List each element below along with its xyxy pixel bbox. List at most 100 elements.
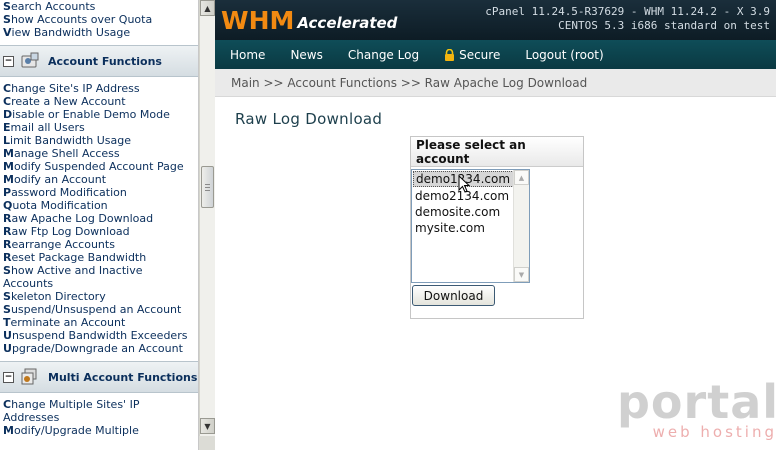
sidebar-link[interactable]: Reset Package Bandwidth	[0, 251, 198, 264]
nav-home[interactable]: Home	[230, 48, 265, 62]
account-functions-icon	[21, 52, 39, 68]
breadcrumb: Main >> Account Functions >> Raw Apache …	[215, 69, 776, 97]
sidebar-link[interactable]: Show Accounts over Quota	[0, 13, 198, 26]
sidebar-link-text: assword Modification	[11, 186, 127, 199]
account-select-form: Please select an account demo1234.com dem…	[410, 136, 584, 319]
scroll-down-icon[interactable]: ▼	[200, 418, 215, 434]
sidebar-link[interactable]: Password Modification	[0, 186, 198, 199]
scrollbar-corner	[199, 436, 215, 450]
multi-account-functions-icon	[21, 368, 37, 385]
sidebar-link-text: earch Accounts	[10, 0, 96, 13]
sidebar-link[interactable]: Email all Users	[0, 121, 198, 134]
sidebar-link[interactable]: Upgrade/Downgrade an Account	[0, 342, 198, 355]
nav-bar: Home News Change Log Secure Logout (root…	[215, 40, 776, 69]
sidebar-link[interactable]: Terminate an Account	[0, 316, 198, 329]
page-title: Raw Log Download	[235, 110, 383, 128]
account-option[interactable]: demosite.com	[412, 204, 529, 220]
account-listbox[interactable]: demo1234.com demo2134.com demosite.com mysi…	[411, 169, 530, 283]
sidebar-link-initial: Q	[3, 199, 13, 212]
section-header-multi-account-functions[interactable]: − Multi Account Functions	[0, 361, 198, 393]
sidebar-link-text: how Accounts over Quota	[10, 13, 153, 26]
lock-icon	[445, 48, 455, 61]
sidebar-link[interactable]: Search Accounts	[0, 0, 198, 13]
listbox-scroll-up-icon[interactable]: ▲	[514, 170, 529, 185]
portal-watermark: portal web hosting	[599, 375, 776, 444]
sidebar-link[interactable]: Limit Bandwidth Usage	[0, 134, 198, 147]
sidebar-link[interactable]: Change Multiple Sites' IP Addresses	[0, 398, 198, 424]
sidebar-multi-account-links: Change Multiple Sites' IP Addresses Modif…	[0, 398, 198, 437]
sidebar-link-text: hange Multiple Sites' IP Addresses	[3, 398, 140, 424]
sidebar-link-text: eset Package Bandwidth	[11, 251, 147, 264]
sidebar-link-initial: U	[3, 342, 12, 355]
sidebar-link[interactable]: Unsuspend Bandwidth Exceeders	[0, 329, 198, 342]
whm-logo[interactable]: WHM Accelerated	[221, 5, 397, 35]
sidebar-link-text: nsuspend Bandwidth Exceeders	[11, 329, 188, 342]
sidebar-link-initial: E	[3, 121, 11, 134]
sidebar-link-initial: C	[3, 95, 12, 108]
form-heading: Please select an account	[411, 137, 583, 167]
sidebar-link-text: mail all Users	[10, 121, 85, 134]
sidebar-link[interactable]: Modify Suspended Account Page	[0, 160, 198, 173]
main-content: WHM Accelerated cPanel 11.24.5-R37629 - …	[215, 0, 776, 450]
sidebar-link-initial: M	[3, 173, 14, 186]
account-options: demo1234.com demo2134.com demosite.com mysi…	[412, 171, 529, 236]
sidebar-link-initial: M	[3, 160, 14, 173]
watermark-brand: portal	[616, 375, 776, 429]
sidebar-link-initial: C	[3, 398, 12, 411]
sidebar-link-text: uspend/Unsuspend an Account	[10, 303, 182, 316]
sidebar-link-initial: S	[3, 13, 11, 26]
sidebar-link[interactable]: Modify/Upgrade Multiple	[0, 424, 198, 437]
sidebar-link-initial: L	[3, 134, 11, 147]
sidebar-link-text: earrange Accounts	[11, 238, 115, 251]
sidebar-link-text: odify/Upgrade Multiple	[13, 424, 139, 437]
sidebar-link-text: odify an Account	[13, 173, 107, 186]
sidebar-link[interactable]: Create a New Account	[0, 95, 198, 108]
scroll-up-icon[interactable]: ▲	[200, 0, 215, 16]
sidebar-link-initial: T	[3, 316, 11, 329]
scrollbar-thumb[interactable]	[201, 166, 214, 208]
sidebar-link-initial: U	[3, 329, 12, 342]
listbox-scroll-down-icon[interactable]: ▼	[514, 267, 529, 282]
mouse-cursor-icon	[458, 175, 470, 193]
sidebar-link[interactable]: Raw Apache Log Download	[0, 212, 198, 225]
top-header: WHM Accelerated cPanel 11.24.5-R37629 - …	[215, 0, 776, 40]
download-button[interactable]: Download	[412, 285, 495, 306]
account-option[interactable]: mysite.com	[412, 220, 529, 236]
sidebar-link[interactable]: Rearrange Accounts	[0, 238, 198, 251]
sidebar: Search Accounts Show Accounts over Quota V…	[0, 0, 199, 450]
sidebar-link[interactable]: Quota Modification	[0, 199, 198, 212]
sidebar-link-initial: V	[3, 26, 12, 39]
nav-news[interactable]: News	[290, 48, 322, 62]
account-option[interactable]: demo1234.com	[413, 171, 528, 187]
sidebar-top-links: Search Accounts Show Accounts over Quota V…	[0, 0, 198, 39]
sidebar-link-text: iew Bandwidth Usage	[11, 26, 131, 39]
section-header-account-functions[interactable]: − Account Functions	[0, 45, 198, 77]
sidebar-link[interactable]: Change Site's IP Address	[0, 82, 198, 95]
sidebar-link-text: imit Bandwidth Usage	[10, 134, 131, 147]
sidebar-scrollbar[interactable]: ▲ ▼	[199, 0, 216, 436]
nav-change-log[interactable]: Change Log	[348, 48, 419, 62]
sidebar-link-initial: D	[3, 108, 13, 121]
sidebar-link[interactable]: View Bandwidth Usage	[0, 26, 198, 39]
sidebar-link[interactable]: Manage Shell Access	[0, 147, 198, 160]
sidebar-link-text: pgrade/Downgrade an Account	[11, 342, 183, 355]
sidebar-link-initial: M	[3, 147, 14, 160]
nav-logout[interactable]: Logout (root)	[525, 48, 603, 62]
account-option[interactable]: demo2134.com	[412, 188, 529, 204]
collapse-icon[interactable]: −	[3, 55, 14, 67]
listbox-scrollbar[interactable]: ▲ ▼	[513, 170, 529, 282]
sidebar-link-text: isable or Enable Demo Mode	[12, 108, 170, 121]
sidebar-link[interactable]: Suspend/Unsuspend an Account	[0, 303, 198, 316]
sidebar-link-text: anage Shell Access	[13, 147, 120, 160]
collapse-icon[interactable]: −	[3, 371, 14, 383]
sidebar-link[interactable]: Skeleton Directory	[0, 290, 198, 303]
sidebar-link[interactable]: Show Active and Inactive Accounts	[0, 264, 198, 290]
sidebar-link[interactable]: Raw Ftp Log Download	[0, 225, 198, 238]
sidebar-link-text: hange Site's IP Address	[11, 82, 140, 95]
nav-secure[interactable]: Secure	[444, 48, 500, 62]
sidebar-link-initial: C	[3, 82, 12, 95]
sidebar-link-text: aw Apache Log Download	[11, 212, 154, 225]
sidebar-link[interactable]: Modify an Account	[0, 173, 198, 186]
sidebar-link[interactable]: Disable or Enable Demo Mode	[0, 108, 198, 121]
sidebar-link-initial: S	[3, 290, 11, 303]
